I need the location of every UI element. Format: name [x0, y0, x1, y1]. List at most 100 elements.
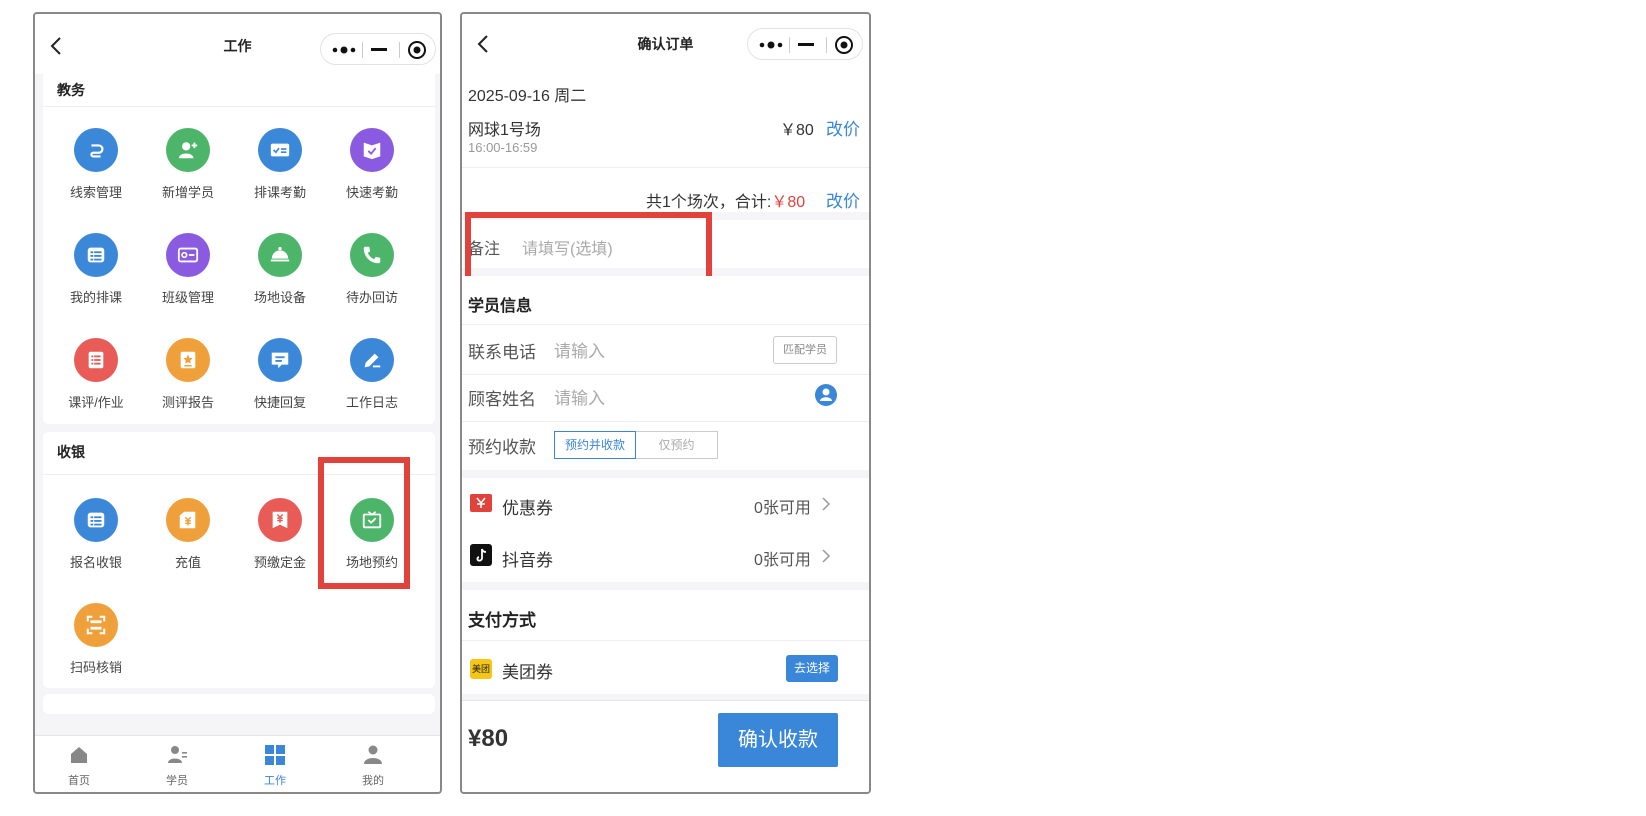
slot-price: ￥80 [780, 122, 814, 139]
more-dots-icon[interactable] [331, 42, 357, 58]
grid-item-label: 快速考勤 [345, 185, 398, 200]
name-label: 顾客姓名 [468, 390, 536, 409]
edit-price-link[interactable]: 改价 [826, 115, 860, 140]
more-dots-icon[interactable] [758, 37, 784, 53]
grid-item-id-card[interactable]: 班级管理 [143, 233, 233, 306]
grid-item-label: 工作日志 [345, 395, 398, 410]
report-star-icon [166, 338, 210, 382]
home-icon [71, 747, 87, 763]
grid-item-label: 课评/作业 [68, 395, 124, 410]
tab-label: 学员 [166, 775, 188, 787]
work-page-screen: 工作 教务 收银 线索管理 新增学员 排课考勤 快速考勤我的排课 班级管理 场地设备 待办回… [33, 12, 442, 794]
grid-item-check-book[interactable]: 快速考勤 [327, 128, 417, 201]
grid-item-label: 线索管理 [69, 185, 122, 200]
scan-icon [74, 603, 118, 647]
order-date: 2025-09-16 周二 [468, 88, 587, 105]
douyin-coupon-label: 抖音券 [502, 551, 553, 570]
grid-icon [265, 745, 285, 765]
close-target-icon[interactable] [407, 40, 427, 60]
mini-program-capsule [747, 28, 863, 60]
payment-method-label: 美团券 [502, 663, 553, 682]
grid-item-add-user[interactable]: 新增学员 [143, 128, 233, 201]
grid-item-scan[interactable]: 扫码核销 [51, 603, 141, 676]
minimize-icon[interactable] [371, 48, 387, 51]
grid-item-label: 预缴定金 [253, 555, 306, 570]
summary-total: ￥80 [771, 194, 806, 211]
grid-item-message[interactable]: 快捷回复 [235, 338, 325, 411]
grid-item-list[interactable]: 报名收银 [51, 498, 141, 571]
phone-call-icon [350, 233, 394, 277]
douyin-coupon-value: 0张可用 [754, 552, 811, 569]
coupon-row[interactable]: 优惠券 0张可用 [462, 478, 869, 530]
douyin-coupon-row[interactable]: 抖音券 0张可用 [462, 530, 869, 582]
summary-edit-price-link[interactable]: 改价 [826, 187, 860, 212]
confirm-payment-button[interactable]: 确认收款 [718, 713, 838, 767]
document-list-icon [74, 338, 118, 382]
coupon-value: 0张可用 [754, 500, 811, 517]
bell-cover-icon [258, 233, 302, 277]
tab-students[interactable]: 学员 [137, 744, 217, 788]
douyin-icon [470, 544, 492, 566]
tab-home[interactable]: 首页 [39, 744, 119, 788]
grid-item-report-star[interactable]: 测评报告 [143, 338, 233, 411]
grid-item-phone-call[interactable]: 待办回访 [327, 233, 417, 306]
grid-item-checklist[interactable]: 排课考勤 [235, 128, 325, 201]
grid-item-pen[interactable]: 工作日志 [327, 338, 417, 411]
choose-payment-button[interactable]: 去选择 [786, 655, 838, 682]
pen-icon [350, 338, 394, 382]
grid-item-document-list[interactable]: 课评/作业 [51, 338, 141, 411]
confirm-order-screen: 确认订单 2025-09-16 周二 网球1号场 16:00-16:59 ￥80… [460, 12, 871, 794]
highlight-box-venue-booking [318, 457, 410, 589]
chevron-right-icon [822, 497, 831, 511]
person-icon [364, 745, 382, 764]
mini-program-capsule [320, 33, 436, 65]
student-info-title: 学员信息 [468, 298, 533, 315]
coupon-label: 优惠券 [502, 499, 553, 518]
payment-option-segment: 预约并收款 仅预约 [554, 431, 718, 459]
student-info-block: 学员信息 联系电话 请输入 匹配学员 顾客姓名 请输入 预约收款 预约并收款 仅… [462, 276, 869, 470]
name-input[interactable]: 请输入 [554, 384, 605, 409]
tab-bar: 首页 学员 工作 我的 [35, 735, 440, 792]
checklist-icon [258, 128, 302, 172]
list-icon [74, 233, 118, 277]
contact-person-icon[interactable] [815, 384, 837, 406]
payment-block: 支付方式 美团 美团券 去选择 [462, 590, 869, 694]
grid-item-yen-bag[interactable]: 预缴定金 [235, 498, 325, 571]
coupon-block: 优惠券 0张可用 抖音券 0张可用 [462, 478, 869, 582]
nav-bar: 工作 [35, 14, 440, 74]
order-block: 2025-09-16 周二 网球1号场 16:00-16:59 ￥80 改价 共… [462, 72, 869, 212]
yen-bag-icon [258, 498, 302, 542]
phone-input[interactable]: 请输入 [554, 337, 605, 362]
section-title: 收银 [57, 444, 85, 460]
payment-title: 支付方式 [468, 611, 536, 630]
wallet-yen-icon [166, 498, 210, 542]
tab-label: 首页 [68, 775, 90, 787]
list-icon [74, 498, 118, 542]
payment-option-label: 预约收款 [468, 438, 536, 457]
grid-item-label: 报名收银 [69, 555, 122, 570]
option-book-only[interactable]: 仅预约 [636, 431, 718, 459]
tab-label: 工作 [264, 775, 286, 787]
link-icon [74, 128, 118, 172]
grid-item-wallet-yen[interactable]: 充值 [143, 498, 233, 571]
option-book-and-pay[interactable]: 预约并收款 [554, 431, 636, 459]
add-user-icon [166, 128, 210, 172]
id-card-icon [166, 233, 210, 277]
summary-text: 共1个场次，合计: [646, 194, 772, 211]
time-slot: 16:00-16:59 [468, 140, 538, 155]
section-title: 教务 [57, 82, 85, 98]
footer-bar: ¥80 确认收款 [462, 700, 869, 792]
chevron-right-icon [822, 549, 831, 563]
nav-bar: 确认订单 [462, 14, 869, 72]
grid-item-bell-cover[interactable]: 场地设备 [235, 233, 325, 306]
grid-item-list[interactable]: 我的排课 [51, 233, 141, 306]
close-target-icon[interactable] [834, 35, 854, 55]
grid-item-label: 场地设备 [253, 290, 306, 305]
grid-item-label: 测评报告 [161, 395, 214, 410]
tab-work[interactable]: 工作 [235, 744, 315, 788]
match-student-button[interactable]: 匹配学员 [773, 336, 837, 364]
tab-mine[interactable]: 我的 [333, 744, 413, 788]
minimize-icon[interactable] [798, 43, 814, 46]
grid-item-link[interactable]: 线索管理 [51, 128, 141, 201]
tab-label: 我的 [362, 775, 384, 787]
